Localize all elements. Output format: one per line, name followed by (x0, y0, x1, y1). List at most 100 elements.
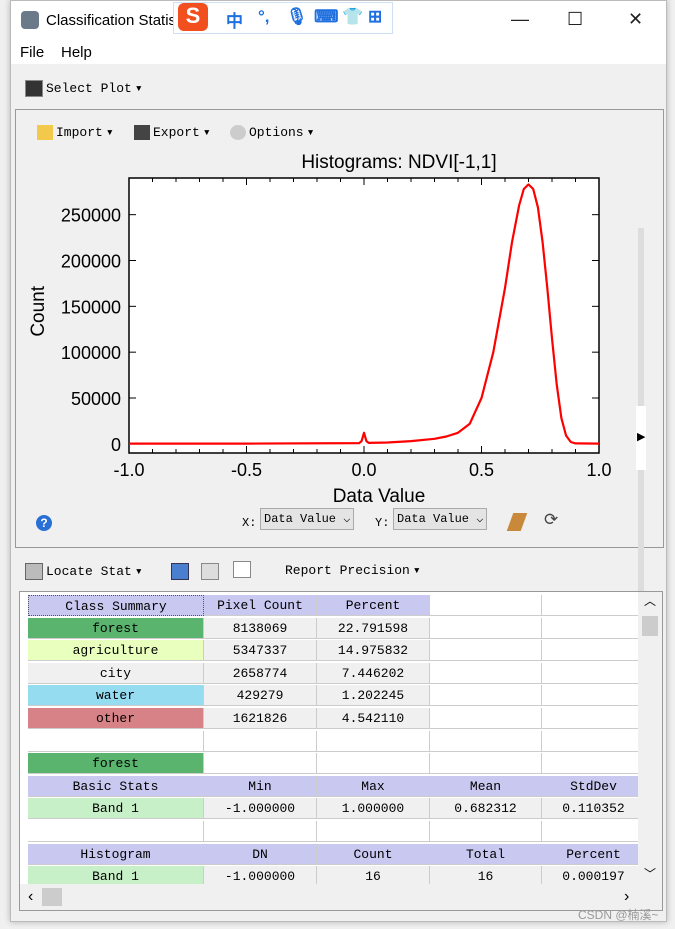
microphone-icon[interactable]: 🎙 (286, 7, 308, 27)
table-cell[interactable] (430, 685, 542, 707)
table-cell[interactable]: 0.682312 (430, 798, 542, 820)
vertical-scroll-thumb[interactable] (642, 616, 658, 636)
table-cell[interactable]: -1.000000 (204, 798, 317, 820)
table-cell[interactable] (542, 730, 646, 752)
table-header-cell[interactable] (430, 595, 542, 616)
plot-panel: Import ▾ Export ▾ Options ▾ Histograms: NDV… (15, 109, 664, 648)
x-axis-select[interactable]: Data Value ⌵ (260, 508, 355, 530)
table-cell[interactable]: 1.202245 (317, 685, 430, 707)
select-plot-button[interactable]: Select Plot ▾ (25, 80, 143, 97)
menu-bar: File Help (11, 41, 666, 64)
table-cell[interactable] (317, 821, 430, 842)
table-header-cell[interactable] (542, 595, 646, 616)
table-cell[interactable]: 7.446202 (317, 662, 430, 684)
table-header-cell[interactable]: Basic Stats (28, 775, 204, 797)
keyboard-icon[interactable]: ⌨ (314, 7, 339, 27)
table-cell[interactable]: water (28, 685, 204, 707)
table-cell[interactable]: other (28, 708, 204, 729)
ime-punctuation[interactable]: °, (258, 7, 270, 27)
refresh-icon[interactable]: ⟳ (544, 510, 558, 530)
table-cell[interactable] (430, 617, 542, 639)
table-header-cell[interactable]: StdDev (542, 775, 646, 797)
table-view-icon[interactable] (171, 563, 189, 580)
chart-title: Histograms: NDVI[-1,1] (301, 152, 496, 173)
expand-panel-button[interactable]: ▶ (636, 406, 646, 470)
skin-icon[interactable]: 👕 (342, 7, 363, 27)
table-cell[interactable]: agriculture (28, 640, 204, 662)
table-header-cell[interactable]: Histogram (28, 843, 204, 865)
table-cell[interactable]: 1.000000 (317, 798, 430, 820)
table-cell[interactable]: 22.791598 (317, 617, 430, 639)
horizontal-scrollbar[interactable]: ‹ › (20, 884, 662, 910)
table-cell[interactable] (28, 821, 204, 842)
table-cell[interactable] (542, 685, 646, 707)
table-cell[interactable] (542, 662, 646, 684)
folder-icon (37, 125, 53, 140)
report-precision-button[interactable]: Report Precision ▾ (285, 563, 421, 578)
table-header-cell[interactable]: Percent (542, 843, 646, 865)
report-precision-label: Report Precision (285, 563, 410, 578)
x-tick-label: 0.5 (469, 460, 494, 480)
table-cell[interactable] (542, 753, 646, 775)
table-cell[interactable]: forest (28, 617, 204, 639)
table-header-cell[interactable]: Count (317, 843, 430, 865)
x-axis-label: X: (242, 516, 257, 530)
table-header-cell[interactable]: Class Summary (28, 595, 204, 616)
calculator-icon (25, 563, 43, 580)
table-cell[interactable]: 429279 (204, 685, 317, 707)
vertical-scrollbar[interactable]: ︿ ﹀ (638, 592, 662, 884)
table-header-cell[interactable]: Max (317, 775, 430, 797)
import-button[interactable]: Import ▾ (37, 125, 114, 140)
table-cell[interactable]: 2658774 (204, 662, 317, 684)
table-cell[interactable]: 0.110352 (542, 798, 646, 820)
table-cell[interactable]: 4.542110 (317, 708, 430, 729)
table-cell[interactable] (430, 708, 542, 729)
table-header-cell[interactable]: Percent (317, 595, 430, 616)
options-button[interactable]: Options ▾ (230, 125, 314, 140)
locate-stat-button[interactable]: Locate Stat ▾ (25, 563, 143, 580)
table-cell[interactable]: forest (28, 753, 204, 775)
menu-help[interactable]: Help (61, 44, 92, 61)
table-cell[interactable] (430, 821, 542, 842)
table-cell[interactable] (28, 730, 204, 752)
table-header-cell[interactable]: DN (204, 843, 317, 865)
table-cell[interactable] (542, 821, 646, 842)
table-cell[interactable] (542, 617, 646, 639)
table-cell[interactable]: city (28, 662, 204, 684)
help-icon[interactable]: ? (36, 515, 52, 531)
table-cell[interactable]: 5347337 (204, 640, 317, 662)
table-cell[interactable] (542, 640, 646, 662)
ime-chinese-mode[interactable]: 中 (226, 7, 243, 32)
table-cell[interactable]: Band 1 (28, 798, 204, 820)
table-cell[interactable] (317, 730, 430, 752)
close-button[interactable]: ✕ (628, 9, 643, 30)
table-header-cell[interactable]: Mean (430, 775, 542, 797)
table-cell[interactable] (204, 821, 317, 842)
table-header-cell[interactable]: Pixel Count (204, 595, 317, 616)
table-cell[interactable] (317, 753, 430, 775)
table-cell[interactable] (430, 730, 542, 752)
grid-view-icon[interactable] (201, 563, 219, 580)
horizontal-scroll-thumb[interactable] (42, 888, 62, 906)
table-cell[interactable] (430, 753, 542, 775)
minimize-button[interactable]: — (511, 9, 529, 30)
plot-area (128, 177, 600, 454)
table-header-cell[interactable]: Min (204, 775, 317, 797)
y-axis-select[interactable]: Data Value ⌵ (393, 508, 488, 530)
table-cell[interactable]: 1621826 (204, 708, 317, 729)
menu-file[interactable]: File (20, 44, 44, 61)
toolbox-icon[interactable]: ⊞ (368, 7, 382, 27)
table-header-cell[interactable]: Total (430, 843, 542, 865)
y-tick-label: 200000 (61, 252, 121, 272)
table-cell[interactable] (204, 753, 317, 775)
copy-icon[interactable] (233, 561, 251, 578)
table-cell[interactable] (204, 730, 317, 752)
maximize-button[interactable]: ☐ (567, 9, 583, 30)
table-cell[interactable] (430, 640, 542, 662)
table-cell[interactable] (430, 662, 542, 684)
table-cell[interactable]: 8138069 (204, 617, 317, 639)
table-cell[interactable]: 14.975832 (317, 640, 430, 662)
select-plot-label: Select Plot (46, 81, 132, 96)
table-cell[interactable] (542, 708, 646, 729)
export-button[interactable]: Export ▾ (134, 125, 211, 140)
